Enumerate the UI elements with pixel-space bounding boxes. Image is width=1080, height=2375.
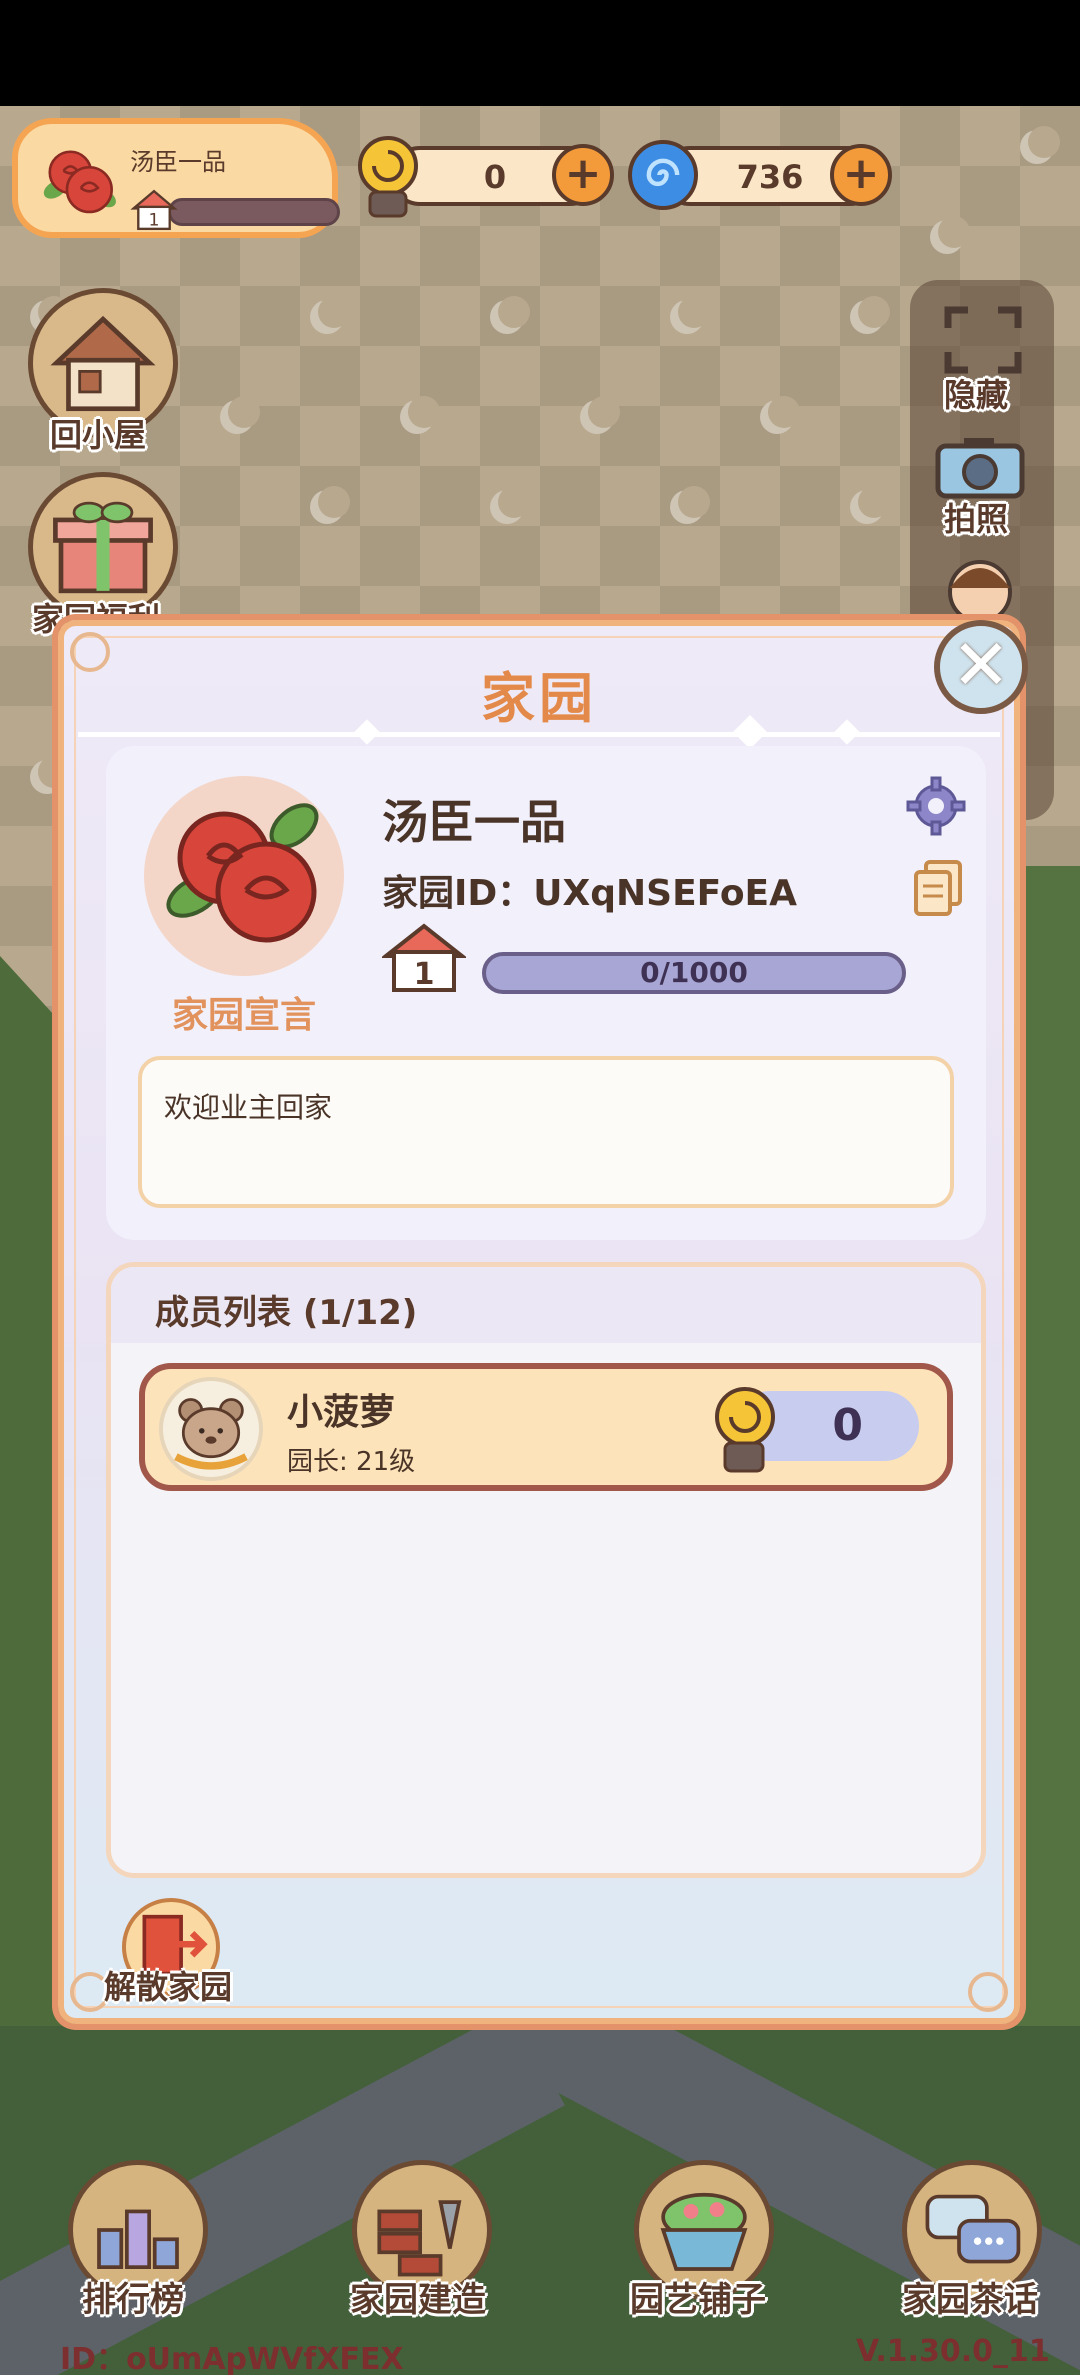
member-avatar (159, 1377, 263, 1481)
moon-tile-icon (310, 486, 350, 524)
profile-level-bar (168, 198, 340, 226)
bear-avatar-icon (174, 1398, 248, 1470)
profile-name: 汤臣一品 (130, 148, 226, 176)
gear-icon[interactable] (906, 776, 966, 836)
add-snail-currency-button[interactable]: + (552, 144, 614, 206)
moon-tile-icon (850, 486, 890, 524)
moon-tile-icon (310, 296, 350, 334)
moon-tile-icon (220, 396, 260, 434)
rose-avatar-icon (43, 150, 116, 214)
moon-tile-icon (670, 296, 710, 334)
house-level-icon: 1 (130, 189, 178, 231)
snail-icon (358, 136, 418, 218)
profile-level-number: 1 (149, 211, 160, 231)
home-level-number: 1 (414, 957, 435, 992)
member-list-card: 成员列表 (1/12) 小菠萝 园长: 21级 0 (106, 1262, 986, 1878)
rose-avatar-icon (166, 803, 319, 943)
home-progress-bar: 0/1000 (482, 952, 906, 994)
swirl-icon (628, 140, 698, 210)
home-modal: 家园 家园宣言 汤臣一品 家园ID：UXqNSEFoEA 1 0/1000 欢迎… (58, 620, 1020, 2024)
moon-tile-icon (490, 486, 530, 524)
copy-icon[interactable] (912, 858, 964, 918)
status-bar (0, 0, 1080, 106)
moon-tile-icon (490, 296, 530, 334)
title-divider (78, 715, 1000, 749)
build-label[interactable]: 家园建造 (350, 2272, 486, 2321)
member-role: 园长: 21级 (287, 1447, 416, 1477)
close-icon: ✕ (951, 624, 1011, 706)
dissolve-home-label[interactable]: 解散家园 (104, 1962, 232, 2008)
moon-tile-icon (400, 396, 440, 434)
moon-tile-icon (1020, 126, 1060, 164)
member-list-title: 成员列表 (1/12) (155, 1293, 418, 1333)
home-id: 家园ID：UXqNSEFoEA (382, 873, 798, 914)
ranking-label[interactable]: 排行榜 (82, 2272, 184, 2321)
back-home-label: 回小屋 (50, 416, 147, 454)
snail-icon (715, 1387, 775, 1473)
house-level-icon: 1 (382, 923, 466, 992)
character-avatar-icon[interactable] (940, 552, 1020, 622)
member-name: 小菠萝 (287, 1392, 396, 1433)
add-swirl-currency-button[interactable]: + (830, 144, 892, 206)
version-text: V.1.30.0_11 (856, 2334, 1050, 2369)
moon-tile-icon (930, 216, 970, 254)
garden-shop-label[interactable]: 园艺铺子 (630, 2272, 766, 2321)
home-avatar[interactable] (144, 776, 344, 976)
declaration-box[interactable]: 欢迎业主回家 (138, 1056, 954, 1208)
hide-label[interactable]: 隐藏 (944, 370, 1008, 416)
moon-tile-icon (580, 396, 620, 434)
moon-tile-icon (850, 296, 890, 334)
declaration-label: 家园宣言 (171, 995, 316, 1036)
close-modal-button[interactable]: ✕ (934, 620, 1028, 714)
moon-tile-icon (670, 486, 710, 524)
home-info-card: 家园宣言 汤臣一品 家园ID：UXqNSEFoEA 1 0/1000 欢迎业主回… (106, 746, 986, 1240)
user-id-text: ID：oUmApWVfXFEX (60, 2342, 404, 2375)
home-name: 汤臣一品 (382, 795, 566, 849)
fullscreen-icon[interactable] (938, 300, 1028, 380)
member-list-header: 成员列表 (1/12) (111, 1267, 981, 1343)
photo-label[interactable]: 拍照 (944, 494, 1008, 540)
corner-ornament-icon (968, 1972, 1008, 2012)
camera-icon[interactable] (930, 432, 1030, 502)
declaration-text: 欢迎业主回家 (164, 1091, 333, 1124)
tea-chat-label[interactable]: 家园茶话 (902, 2272, 1038, 2321)
member-row[interactable]: 小菠萝 园长: 21级 0 (139, 1363, 953, 1491)
modal-title: 家园 (481, 667, 597, 730)
moon-tile-icon (760, 396, 800, 434)
home-profile-pill[interactable]: 汤臣一品 1 (12, 118, 340, 238)
